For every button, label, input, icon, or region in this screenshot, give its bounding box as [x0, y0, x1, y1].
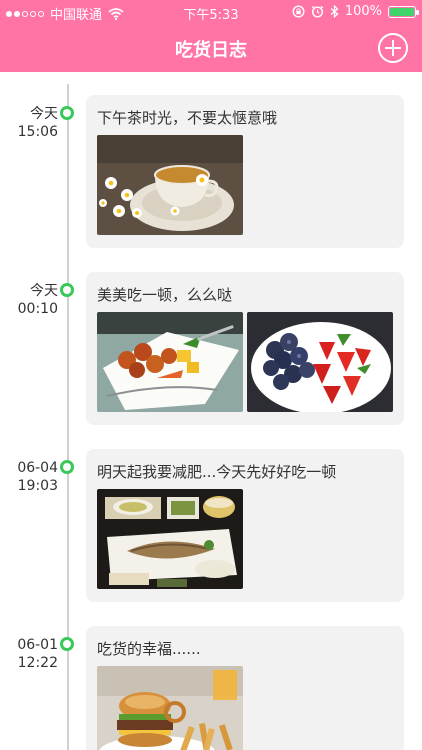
plus-circle-icon[interactable]: [378, 33, 408, 63]
status-bar: 中国联通 下午5:33 100%: [0, 0, 422, 24]
entry-day: 今天: [30, 106, 58, 122]
entry-card[interactable]: 明天起我要减肥...今天先好好吃一顿: [86, 449, 404, 602]
entry-day: 今天: [30, 283, 58, 299]
entry-text: 下午茶时光，不要太惬意哦: [97, 109, 278, 127]
entry-date: 今天 15:06: [8, 105, 58, 141]
entry-time: 00:10: [17, 301, 58, 317]
top-bar: 中国联通 下午5:33 100% 吃货日志: [0, 0, 422, 72]
app-screen: 中国联通 下午5:33 100% 吃货日志 今天 15:06 下午茶时光，不要太…: [0, 0, 422, 750]
timeline-node: [60, 460, 74, 474]
page-title: 吃货日志: [175, 40, 247, 61]
burger-fries-photo[interactable]: [97, 666, 243, 750]
entry-date: 今天 00:10: [8, 282, 58, 318]
entry-time: 12:22: [17, 655, 58, 671]
entry-text: 美美吃一顿，么么哒: [97, 286, 233, 304]
sweet-sour-pork-photo[interactable]: [97, 312, 243, 412]
tea-cup-photo[interactable]: [97, 135, 243, 235]
entry-day: 06-01: [17, 637, 58, 653]
battery-icon: [388, 5, 419, 18]
entry-text: 明天起我要减肥...今天先好好吃一顿: [97, 463, 337, 481]
bluetooth-icon: [330, 5, 339, 18]
entry-card[interactable]: 吃货的幸福......: [86, 626, 404, 750]
timeline-node: [60, 283, 74, 297]
fish-set-meal-photo[interactable]: [97, 489, 243, 589]
entry-time: 15:06: [17, 124, 58, 140]
entry-day: 06-04: [17, 460, 58, 476]
entry-card[interactable]: 美美吃一顿，么么哒: [86, 272, 404, 425]
lock-rotation-icon: [292, 5, 305, 18]
entry-date: 06-04 19:03: [8, 459, 58, 495]
battery-level-fill: [390, 7, 414, 16]
entry-card[interactable]: 下午茶时光，不要太惬意哦: [86, 95, 404, 248]
battery-percent: 100%: [344, 4, 382, 19]
alarm-icon: [311, 5, 324, 18]
entry-date: 06-01 12:22: [8, 636, 58, 672]
timeline-node: [60, 637, 74, 651]
status-right: 100%: [292, 4, 419, 19]
entry-time: 19:03: [17, 478, 58, 494]
timeline-node: [60, 106, 74, 120]
entry-text: 吃货的幸福......: [97, 640, 201, 658]
berries-bowl-photo[interactable]: [247, 312, 393, 412]
